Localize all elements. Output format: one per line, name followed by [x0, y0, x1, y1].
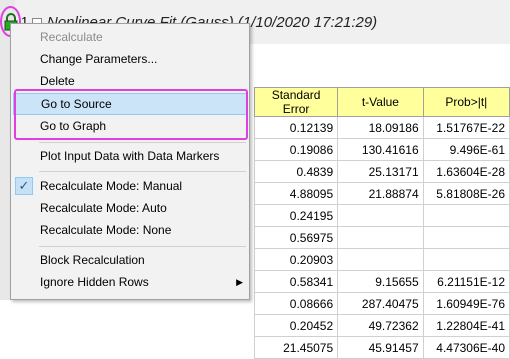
table-row: 21.45075 45.91457 4.47306E-40	[253, 336, 510, 359]
column-header-prob[interactable]: Prob>|t|	[422, 87, 510, 117]
table-cell[interactable]: 0.19086	[253, 138, 339, 161]
table-cell[interactable]: 1.51767E-22	[422, 116, 510, 139]
menu-item-block-recalculation[interactable]: Block Recalculation	[11, 249, 249, 271]
table-cell[interactable]: 45.91457	[337, 336, 424, 359]
table-row: 4.88095 21.88874 5.81808E-26	[253, 182, 510, 205]
table-cell[interactable]: 18.09186	[337, 116, 424, 139]
column-header-standard-error[interactable]: Standard Error	[253, 87, 339, 117]
table-cell[interactable]: 6.21151E-12	[422, 270, 510, 293]
table-cell[interactable]: 0.20903	[253, 248, 339, 271]
table-cell[interactable]: 9.496E-61	[422, 138, 510, 161]
table-cell[interactable]: 49.72362	[337, 314, 424, 337]
table-cell[interactable]: 0.56975	[253, 226, 339, 249]
context-menu: Recalculate Change Parameters... Delete …	[10, 23, 250, 300]
table-cell[interactable]: 1.22804E-41	[422, 314, 510, 337]
column-header-t-value[interactable]: t-Value	[337, 87, 424, 117]
menu-item-change-parameters[interactable]: Change Parameters...	[11, 48, 249, 70]
parameters-table: Standard Error t-Value Prob>|t| 0.12139 1…	[253, 87, 510, 359]
menu-item-label: Ignore Hidden Rows	[40, 275, 149, 289]
table-row: 0.24195	[253, 204, 510, 227]
table-cell[interactable]	[337, 226, 424, 249]
table-cell[interactable]: 9.15655	[337, 270, 424, 293]
table-cell[interactable]: 130.41616	[337, 138, 424, 161]
table-cell[interactable]: 25.13171	[337, 160, 424, 183]
table-cell[interactable]	[337, 248, 424, 271]
table-row: 0.08666 287.40475 1.60949E-76	[253, 292, 510, 315]
table-row: 0.20452 49.72362 1.22804E-41	[253, 314, 510, 337]
table-cell[interactable]	[422, 226, 510, 249]
table-row: 0.56975	[253, 226, 510, 249]
table-cell[interactable]: 4.47306E-40	[422, 336, 510, 359]
table-row: 0.58341 9.15655 6.21151E-12	[253, 270, 510, 293]
menu-separator	[39, 246, 246, 247]
go-to-highlight-box	[14, 89, 248, 140]
table-cell[interactable]: 0.24195	[253, 204, 339, 227]
table-cell[interactable]: 287.40475	[337, 292, 424, 315]
table-cell[interactable]: 0.12139	[253, 116, 339, 139]
table-cell[interactable]: 0.20452	[253, 314, 339, 337]
menu-item-mode-auto[interactable]: Recalculate Mode: Auto	[11, 197, 249, 219]
table-cell[interactable]	[422, 204, 510, 227]
table-row: 0.20903	[253, 248, 510, 271]
table-row: 0.19086 130.41616 9.496E-61	[253, 138, 510, 161]
menu-separator	[39, 171, 246, 172]
menu-item-plot-input-data[interactable]: Plot Input Data with Data Markers	[11, 145, 249, 167]
table-cell[interactable]: 21.88874	[337, 182, 424, 205]
table-cell[interactable]: 0.4839	[253, 160, 339, 183]
table-row: 0.4839 25.13171 1.63604E-28	[253, 160, 510, 183]
table-row: 0.12139 18.09186 1.51767E-22	[253, 116, 510, 139]
table-cell[interactable]: 0.08666	[253, 292, 339, 315]
table-cell[interactable]	[422, 248, 510, 271]
table-cell[interactable]	[337, 204, 424, 227]
table-cell[interactable]: 0.58341	[253, 270, 339, 293]
menu-item-recalculate[interactable]: Recalculate	[11, 26, 249, 48]
table-cell[interactable]: 1.63604E-28	[422, 160, 510, 183]
table-cell[interactable]: 21.45075	[253, 336, 339, 359]
menu-item-ignore-hidden-rows[interactable]: Ignore Hidden Rows ▶	[11, 271, 249, 293]
menu-separator	[39, 142, 246, 143]
menu-item-mode-manual[interactable]: Recalculate Mode: Manual	[11, 175, 249, 197]
menu-item-mode-none[interactable]: Recalculate Mode: None	[11, 219, 249, 241]
table-cell[interactable]: 4.88095	[253, 182, 339, 205]
table-cell[interactable]: 1.60949E-76	[422, 292, 510, 315]
submenu-arrow-icon: ▶	[236, 277, 243, 287]
table-cell[interactable]: 5.81808E-26	[422, 182, 510, 205]
